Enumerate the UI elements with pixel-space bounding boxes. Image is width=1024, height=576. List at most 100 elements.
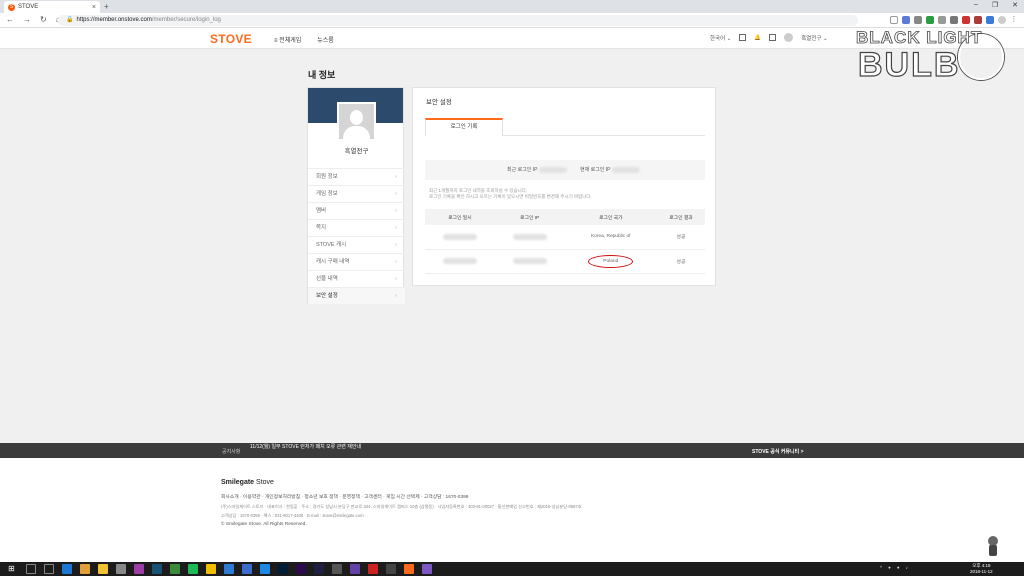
spotify-icon[interactable] bbox=[188, 564, 198, 574]
nav-all-games[interactable]: ≡ 전체게임 bbox=[274, 35, 301, 44]
nav-newsroom[interactable]: 뉴스룸 bbox=[317, 35, 334, 44]
notice-label: 공지사항 bbox=[222, 449, 241, 455]
system-clock[interactable]: 오후 4:18 2018-11-12 bbox=[970, 563, 993, 575]
back-icon[interactable]: ← bbox=[6, 15, 14, 24]
url-input[interactable]: 🔒 https://member.onstove.com/member/secur… bbox=[58, 15, 858, 26]
extension-icon[interactable] bbox=[926, 16, 934, 24]
profile-picture[interactable] bbox=[337, 102, 376, 141]
redacted-value bbox=[442, 233, 477, 240]
calendar-icon[interactable] bbox=[739, 34, 747, 41]
bookmark-star-icon[interactable] bbox=[890, 16, 898, 24]
menu-grid-icon[interactable] bbox=[769, 34, 777, 41]
app-icon[interactable] bbox=[242, 564, 252, 574]
stove-app-icon[interactable] bbox=[404, 564, 414, 574]
app-icon[interactable] bbox=[368, 564, 378, 574]
maximize-icon[interactable]: ❐ bbox=[992, 1, 998, 9]
panel-title: 보안 설정 bbox=[426, 99, 452, 106]
reload-icon[interactable]: ↻ bbox=[40, 15, 47, 24]
sidebar-item-member-info[interactable]: 회원 정보 › bbox=[308, 168, 405, 185]
brand-bold: Smilegate bbox=[221, 479, 255, 486]
current-ip-label: 현재 로그인 IP bbox=[580, 167, 611, 173]
footer-links[interactable]: 회사소개 · 이용약관 · 개인정보처리방침 · 청소년 보호 정책 · 운영정… bbox=[221, 493, 468, 500]
sidebar-item-security[interactable]: 보안 설정 › bbox=[308, 287, 405, 304]
login-history-table: 로그인 일시 로그인 IP 로그인 국가 로그인 결과 Korea, Repub… bbox=[425, 209, 705, 274]
sidebar-item-messages[interactable]: 쪽지 › bbox=[308, 219, 405, 236]
windows-start-icon[interactable]: ⊞ bbox=[8, 565, 16, 573]
volume-icon[interactable]: ♪ bbox=[906, 565, 908, 570]
watermark-line2: BULB bbox=[857, 45, 961, 84]
tab-login-history[interactable]: 로그인 기록 bbox=[425, 118, 503, 136]
close-window-icon[interactable]: ✕ bbox=[1012, 1, 1018, 9]
table-row: Korea, Republic of 성공 bbox=[425, 225, 705, 250]
app-icon[interactable] bbox=[170, 564, 180, 574]
sidebar-item-game-info[interactable]: 게임 정보 › bbox=[308, 185, 405, 202]
notice-text: 최근 1개월까지 로그인 내역을 조회하실 수 있습니다. 로그인 기록을 확인… bbox=[429, 188, 592, 200]
chevron-right-icon: › bbox=[395, 259, 397, 265]
system-tray: ^ ● ● ♪ bbox=[880, 565, 908, 570]
forward-icon[interactable]: → bbox=[23, 15, 31, 24]
task-view-icon[interactable] bbox=[44, 564, 54, 574]
sidebar-item-label: 쪽지 bbox=[316, 225, 327, 231]
chevron-right-icon: › bbox=[395, 208, 397, 214]
window-controls: – ❐ ✕ bbox=[974, 1, 1018, 9]
notice-bar: 공지사항 11/12(월) 일부 STOVE 런처가 패치 오류 관련 재안내 … bbox=[0, 443, 1024, 458]
extension-icon[interactable] bbox=[938, 16, 946, 24]
extension-icon[interactable] bbox=[902, 16, 910, 24]
bell-icon[interactable]: 🔔 bbox=[754, 35, 761, 41]
more-menu-icon[interactable]: ⋮ bbox=[1010, 16, 1018, 24]
app-icon[interactable] bbox=[134, 564, 144, 574]
mascot-character[interactable] bbox=[986, 536, 1000, 556]
header-utilities: 한국어 ⌄ 🔔 흑열전구 ⌄ bbox=[710, 33, 828, 42]
sidebar-item-gift-history[interactable]: 선물 내역 › bbox=[308, 270, 405, 287]
app-icon[interactable] bbox=[224, 564, 234, 574]
footer-brand: Smilegate Stove bbox=[221, 479, 274, 486]
notice-message[interactable]: 11/12(월) 일부 STOVE 런처가 패치 오류 관련 재안내 bbox=[250, 443, 361, 450]
after-effects-icon[interactable] bbox=[314, 564, 324, 574]
tray-chevron-icon[interactable]: ^ bbox=[880, 565, 882, 570]
minimize-icon[interactable]: – bbox=[974, 1, 978, 9]
extension-icon[interactable] bbox=[914, 16, 922, 24]
close-tab-icon[interactable]: × bbox=[92, 4, 96, 11]
tray-icon[interactable]: ● bbox=[888, 565, 891, 570]
sidebar-menu: 회원 정보 › 게임 정보 › 멤버 › 쪽지 › STOVE 캐시 › 캐시 구매 내역… bbox=[308, 168, 405, 304]
photoshop-icon[interactable] bbox=[278, 564, 288, 574]
avatar[interactable] bbox=[784, 33, 794, 42]
app-icon[interactable] bbox=[260, 564, 270, 574]
extension-icon[interactable] bbox=[962, 16, 970, 24]
premiere-icon[interactable] bbox=[296, 564, 306, 574]
sidebar-item-label: 선물 내역 bbox=[316, 276, 338, 282]
col-login-result: 로그인 결과 bbox=[656, 209, 705, 225]
app-icon[interactable] bbox=[422, 564, 432, 574]
global-nav: ≡ 전체게임 뉴스룸 bbox=[274, 35, 334, 44]
steam-icon[interactable] bbox=[152, 564, 162, 574]
extension-icon[interactable] bbox=[950, 16, 958, 24]
chevron-right-icon: › bbox=[395, 293, 397, 299]
app-icon[interactable] bbox=[386, 564, 396, 574]
table-row: Poland 성공 bbox=[425, 249, 705, 274]
stove-logo[interactable]: STOVE bbox=[210, 32, 252, 46]
twitch-icon[interactable] bbox=[350, 564, 360, 574]
tray-icon[interactable]: ● bbox=[897, 565, 900, 570]
kakaotalk-icon[interactable] bbox=[206, 564, 216, 574]
language-select[interactable]: 한국어 ⌄ bbox=[710, 34, 731, 42]
sidebar-item-stove-cash[interactable]: STOVE 캐시 › bbox=[308, 236, 405, 253]
cell-result: 성공 bbox=[656, 249, 705, 274]
new-tab-icon[interactable]: + bbox=[104, 2, 109, 11]
extension-icon[interactable] bbox=[974, 16, 982, 24]
sidebar-item-cash-history[interactable]: 캐시 구매 내역 › bbox=[308, 253, 405, 270]
username-menu[interactable]: 흑열전구 ⌄ bbox=[801, 34, 827, 42]
page-title: 내 정보 bbox=[308, 70, 336, 80]
community-link[interactable]: STOVE 공식 커뮤니티 > bbox=[752, 448, 804, 455]
app-icon[interactable] bbox=[332, 564, 342, 574]
chrome-icon[interactable] bbox=[80, 564, 90, 574]
col-login-ip: 로그인 IP bbox=[494, 209, 565, 225]
edge-icon[interactable] bbox=[62, 564, 72, 574]
app-icon[interactable] bbox=[116, 564, 126, 574]
sidebar-item-label: STOVE 캐시 bbox=[316, 242, 347, 248]
profile-icon[interactable] bbox=[998, 16, 1006, 24]
browser-tab[interactable]: S STOVE × bbox=[4, 1, 100, 13]
sidebar-item-member[interactable]: 멤버 › bbox=[308, 202, 405, 219]
search-icon[interactable] bbox=[26, 564, 36, 574]
extension-icon[interactable] bbox=[986, 16, 994, 24]
file-explorer-icon[interactable] bbox=[98, 564, 108, 574]
